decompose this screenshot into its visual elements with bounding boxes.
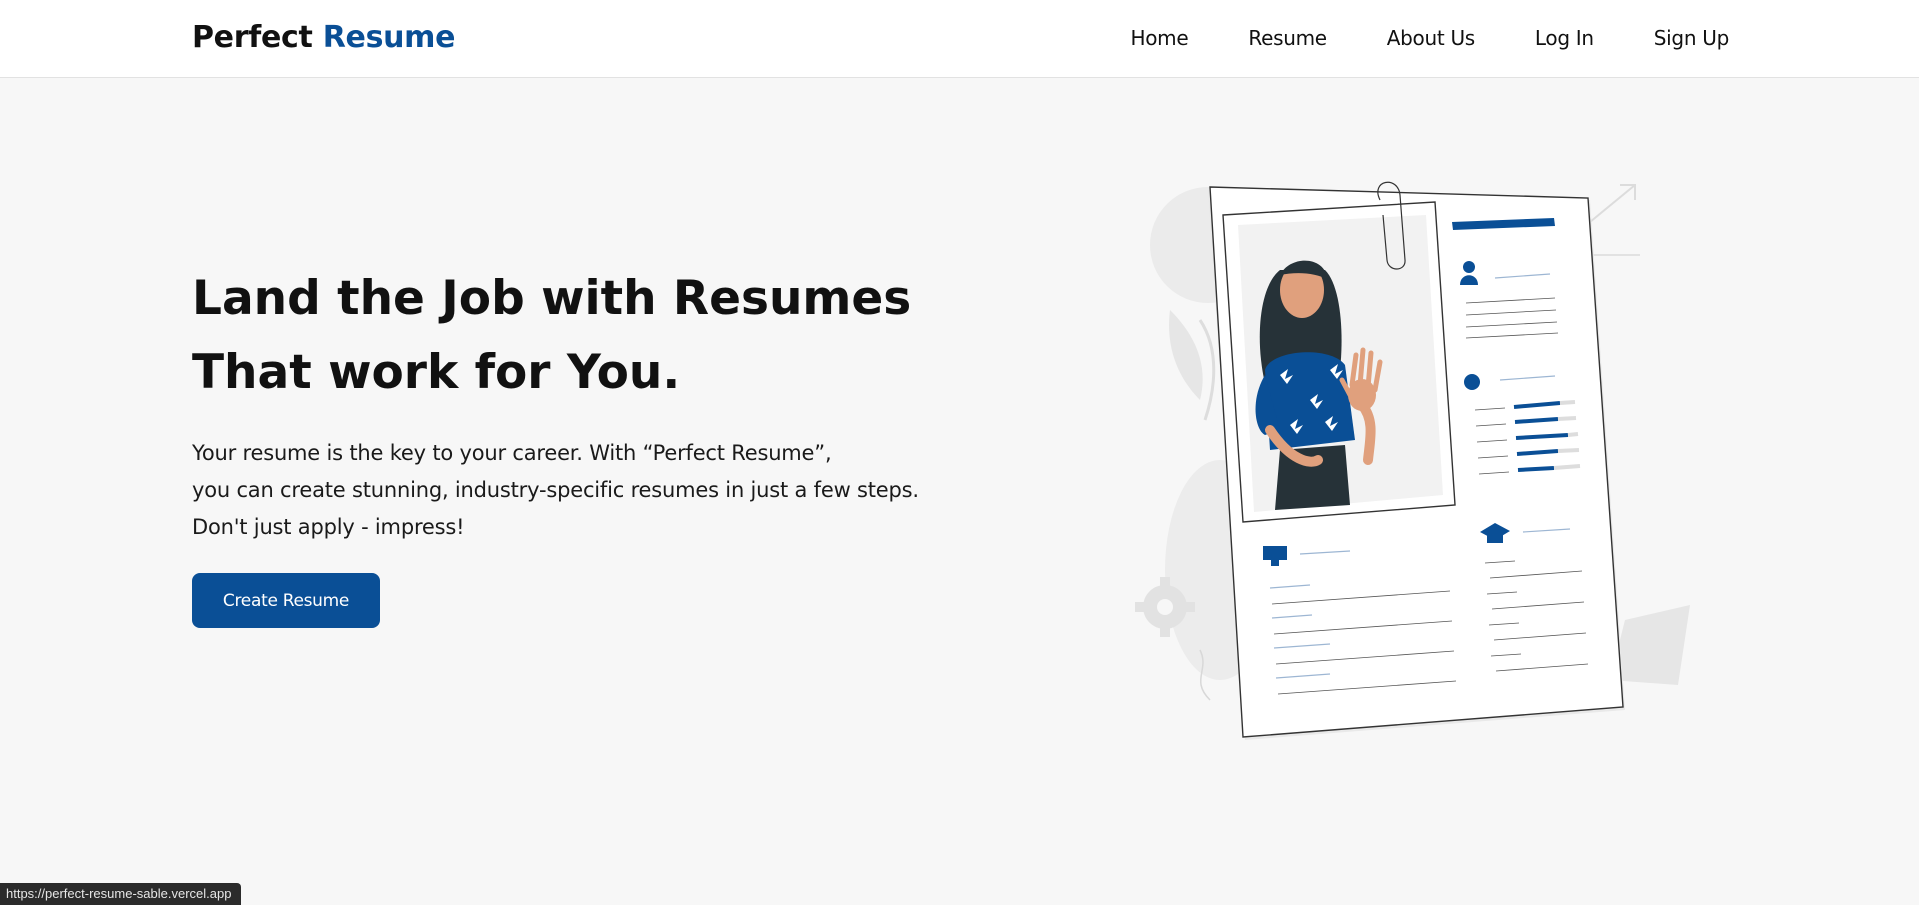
hero-title-line2: That work for You.: [192, 345, 681, 400]
resume-illustration: [1135, 181, 1690, 740]
chat-icon: [1464, 374, 1480, 390]
nav-links: Home Resume About Us Log In Sign Up: [1071, 26, 1730, 50]
hero-description: Your resume is the key to your career. W…: [192, 435, 919, 546]
leaf-decoration: [1169, 310, 1203, 400]
create-resume-button[interactable]: Create Resume: [192, 573, 380, 628]
nav-about-us[interactable]: About Us: [1387, 26, 1475, 50]
hero-title: Land the Job with Resumes That work for …: [192, 262, 911, 410]
nav-sign-up[interactable]: Sign Up: [1654, 26, 1730, 50]
brand-logo[interactable]: Perfect Resume: [192, 20, 455, 55]
status-bar-url: https://perfect-resume-sable.vercel.app: [0, 883, 242, 905]
nav-log-in[interactable]: Log In: [1535, 26, 1594, 50]
brand-name-part1: Perfect: [192, 20, 313, 55]
hero-desc-line2: you can create stunning, industry-specif…: [192, 478, 919, 502]
hero-title-line1: Land the Job with Resumes: [192, 271, 912, 326]
hero-desc-line3: Don't just apply - impress!: [192, 515, 465, 539]
brand-name-part2: Resume: [322, 20, 456, 55]
resume-paper: [1208, 181, 1625, 740]
arrow-decoration: [1589, 184, 1636, 223]
hero-desc-line1: Your resume is the key to your career. W…: [192, 441, 832, 465]
nav-home[interactable]: Home: [1131, 26, 1189, 50]
navbar: Perfect Resume Home Resume About Us Log …: [0, 0, 1919, 78]
nav-resume[interactable]: Resume: [1248, 26, 1327, 50]
